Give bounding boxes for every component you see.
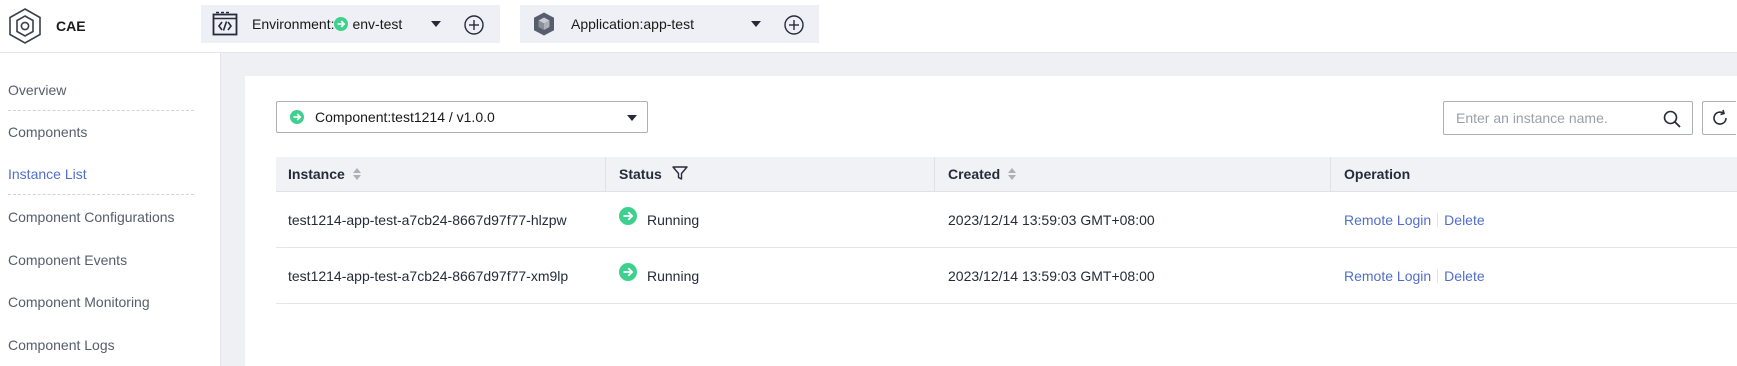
link-separator [1437,268,1439,283]
column-divider [934,157,935,191]
instance-search [1443,101,1693,135]
environment-switcher[interactable]: Environment: env-test [201,5,500,43]
status-text: Running [647,211,700,228]
column-header-operation: Operation [1344,157,1410,191]
sort-icon[interactable] [1008,168,1017,180]
operation-cell: Remote Login Delete [1344,248,1485,303]
column-header-label: Instance [288,166,345,182]
environment-label: Environment: [252,16,335,32]
component-select-value: Component:test1214 / v1.0.0 [315,109,495,125]
search-icon[interactable] [1662,109,1682,132]
status-cell: Running [619,248,699,303]
sidebar-item-component-logs[interactable]: Component Logs [8,324,194,366]
table-header: Instance Status Created Operation [276,157,1737,192]
column-divider [1330,157,1331,191]
delete-link[interactable]: Delete [1444,268,1484,284]
running-status-icon [619,262,637,281]
add-environment-button[interactable] [463,14,485,36]
hexagon-logo-icon [9,8,41,44]
operation-cell: Remote Login Delete [1344,192,1485,247]
chevron-down-icon[interactable] [751,21,761,27]
created-time: 2023/12/14 13:59:03 GMT+08:00 [948,267,1155,284]
refresh-icon [1712,109,1727,125]
status-text: Running [647,267,700,284]
sidebar-item-component-configurations[interactable]: Component Configurations [8,196,194,238]
add-application-button[interactable] [783,14,805,36]
column-divider [605,157,606,191]
chevron-down-icon [627,115,637,121]
application-label: Application:app-test [571,16,694,32]
sidebar-item-component-monitoring[interactable]: Component Monitoring [8,281,194,323]
instance-search-input[interactable] [1456,108,1656,128]
column-header-label: Created [948,166,1001,182]
env-status-arrow-icon [334,17,349,31]
refresh-button[interactable] [1702,101,1736,135]
environment-value: env-test [352,16,403,32]
instance-name: test1214-app-test-a7cb24-8667d97f77-xm9l… [288,267,569,284]
instance-list-panel: Component:test1214 / v1.0.0 Instance Sta… [245,76,1737,366]
filter-icon[interactable] [671,164,689,185]
column-header-instance[interactable]: Instance [288,157,361,191]
column-header-label: Status [619,166,662,182]
instance-table: Instance Status Created Operation test12… [276,157,1737,304]
table-row: test1214-app-test-a7cb24-8667d97f77-hlzp… [276,192,1737,248]
brand[interactable]: CAE [8,4,86,48]
column-header-created[interactable]: Created [948,157,1017,191]
remote-login-link[interactable]: Remote Login [1344,212,1431,228]
status-cell: Running [619,192,699,247]
running-status-icon [619,206,637,225]
cube-icon [531,11,557,37]
component-select[interactable]: Component:test1214 / v1.0.0 [276,101,648,133]
sidebar-item-components[interactable]: Components [8,111,194,153]
created-time: 2023/12/14 13:59:03 GMT+08:00 [948,211,1155,228]
sidebar-item-component-events[interactable]: Component Events [8,239,194,281]
sort-icon[interactable] [352,168,361,180]
remote-login-link[interactable]: Remote Login [1344,268,1431,284]
column-header-status: Status [619,157,689,191]
component-status-arrow-icon [290,110,304,124]
chevron-down-icon[interactable] [431,21,441,27]
column-header-label: Operation [1344,166,1411,182]
link-separator [1437,212,1439,227]
instance-name: test1214-app-test-a7cb24-8667d97f77-hlzp… [288,211,567,228]
application-switcher[interactable]: Application:app-test [520,5,819,43]
sidebar-item-instance-list[interactable]: Instance List [8,153,194,195]
table-row: test1214-app-test-a7cb24-8667d97f77-xm9l… [276,248,1737,304]
sidebar-item-overview[interactable]: Overview [8,69,194,111]
top-bar: CAE Environment: env-test Application:ap… [0,0,1737,53]
code-window-icon [212,11,238,37]
sidebar: Overview Components Instance List Compon… [0,53,221,366]
delete-link[interactable]: Delete [1444,212,1484,228]
brand-name: CAE [56,18,86,34]
